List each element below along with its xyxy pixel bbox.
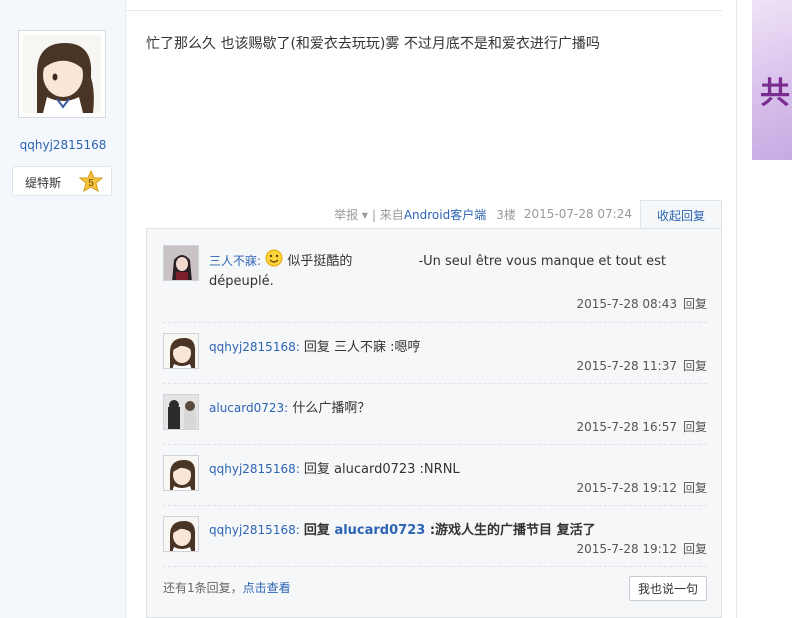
reply-item: alucard0723: 什么广播啊？ 2015-7-28 16:57 回复	[163, 394, 707, 444]
reply-divider	[163, 505, 707, 506]
report-link[interactable]: 举报 ▾	[334, 206, 368, 223]
reply-divider	[163, 322, 707, 323]
star-badge-icon: 5	[78, 169, 104, 194]
right-divider	[736, 0, 737, 618]
reply-meta: 2015-7-28 16:57 回复	[576, 418, 707, 435]
reply-time: 2015-7-28 19:12	[576, 542, 677, 556]
view-more-link[interactable]: 点击查看	[243, 581, 291, 595]
reply-text: qqhyj2815168: 回复 alucard0723 :NRNL	[209, 459, 705, 480]
more-replies-text: 还有1条回复，	[163, 581, 243, 595]
reply-divider	[163, 566, 707, 567]
banner-glyph: 共	[760, 76, 790, 111]
reply-meta: 2015-7-28 19:12 回复	[576, 540, 707, 557]
client-prefix: | 来自	[371, 207, 404, 222]
caret-down-icon: ▾	[361, 207, 368, 222]
reply-username[interactable]: 三人不寐:	[209, 254, 261, 268]
reply-panel: 三人不寐: 似乎挺酷的 -Un seul être vous manque et…	[146, 228, 722, 618]
post-date: 2015-07-28 07:24	[523, 207, 632, 221]
reply-button[interactable]: 回复	[683, 359, 707, 373]
reply-divider	[163, 444, 707, 445]
top-divider	[126, 10, 722, 11]
author-avatar[interactable]	[18, 30, 106, 118]
reply-time: 2015-7-28 11:37	[576, 359, 677, 373]
more-replies: 还有1条回复，点击查看	[163, 579, 291, 596]
mention-link[interactable]: alucard0723	[334, 523, 425, 538]
reply-item: 三人不寐: 似乎挺酷的 -Un seul être vous manque et…	[163, 245, 707, 325]
author-username[interactable]: qqhyj2815168	[0, 138, 126, 152]
reply-avatar[interactable]	[163, 245, 199, 281]
reply-time: 2015-7-28 19:12	[576, 481, 677, 495]
reply-button[interactable]: 回复	[683, 420, 707, 434]
reply-avatar[interactable]	[163, 333, 199, 369]
reply-time: 2015-7-28 16:57	[576, 420, 677, 434]
reply-item: qqhyj2815168: 回复 alucard0723 :游戏人生的广播节目 …	[163, 516, 707, 566]
level-number: 5	[88, 178, 94, 189]
reply-button[interactable]: 回复	[683, 542, 707, 556]
badge-name: 缇特斯	[25, 176, 62, 190]
floor-number: 3楼	[496, 207, 516, 222]
reply-item: qqhyj2815168: 回复 alucard0723 :NRNL 2015-…	[163, 455, 707, 505]
reply-avatar[interactable]	[163, 516, 199, 552]
reply-button[interactable]: 回复	[683, 481, 707, 495]
post-tail: 举报 ▾ | 来自 Android客户端 3楼 2015-07-28 07:24	[334, 200, 632, 228]
reply-time: 2015-7-28 08:43	[576, 297, 677, 311]
reply-meta: 2015-7-28 19:12 回复	[576, 479, 707, 496]
reply-body: 回复 alucard0723 :NRNL	[303, 462, 460, 477]
reply-body: 回复 三人不寐 :嗯哼	[303, 340, 421, 355]
reply-avatar[interactable]	[163, 394, 199, 430]
client-link[interactable]: Android客户端	[404, 206, 486, 223]
reply-avatar[interactable]	[163, 455, 199, 491]
reply-username[interactable]: qqhyj2815168:	[209, 340, 300, 354]
reply-username[interactable]: qqhyj2815168:	[209, 462, 300, 476]
reply-item: qqhyj2815168: 回复 三人不寐 :嗯哼 2015-7-28 11:3…	[163, 333, 707, 383]
reply-button[interactable]: 回复	[683, 297, 707, 311]
reply-body: 回复 alucard0723 :游戏人生的广播节目 复活了	[303, 523, 596, 538]
reply-meta: 2015-7-28 08:43 回复	[576, 295, 707, 312]
author-badge[interactable]: 缇特斯 5	[12, 166, 112, 196]
reply-text: qqhyj2815168: 回复 alucard0723 :游戏人生的广播节目 …	[209, 520, 705, 541]
post-content: 忙了那么久 也该赐歇了(和爱衣去玩玩)雾 不过月底不是和爱衣进行广播吗	[146, 36, 600, 52]
add-reply-button[interactable]: 我也说一句	[629, 576, 707, 601]
reply-body: 什么广播啊？	[292, 401, 371, 416]
reply-text: qqhyj2815168: 回复 三人不寐 :嗯哼	[209, 337, 705, 358]
reply-meta: 2015-7-28 11:37 回复	[576, 357, 707, 374]
smiley-emoji-icon	[265, 249, 283, 267]
side-banner[interactable]: 共	[752, 0, 792, 160]
reply-text: 三人不寐: 似乎挺酷的 -Un seul être vous manque et…	[209, 249, 705, 292]
reply-username[interactable]: alucard0723:	[209, 401, 288, 415]
reply-text: alucard0723: 什么广播啊？	[209, 398, 705, 419]
reply-divider	[163, 383, 707, 384]
author-sidebar: qqhyj2815168 缇特斯 5	[0, 0, 126, 618]
reply-username[interactable]: qqhyj2815168:	[209, 523, 300, 537]
collapse-replies-button[interactable]: 收起回复	[640, 200, 722, 229]
anime-girl-avatar-icon	[23, 35, 101, 113]
